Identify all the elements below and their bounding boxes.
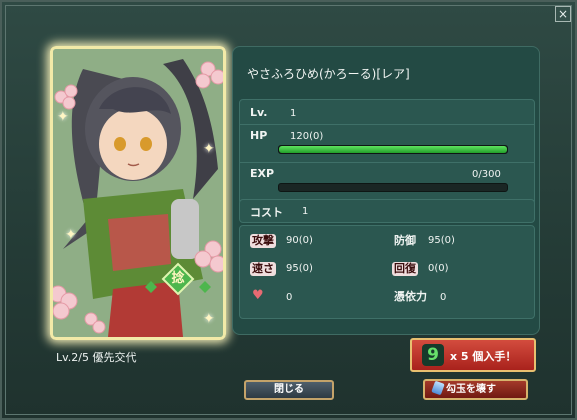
cost-row: コスト 1 bbox=[239, 199, 535, 223]
card-emblem: 捻 bbox=[171, 271, 185, 286]
sparkle-icon: ✦ bbox=[203, 141, 215, 157]
possession-value: 0 bbox=[440, 292, 447, 303]
hp-label: HP bbox=[250, 129, 268, 142]
recovery-label: 回復 bbox=[392, 262, 418, 276]
close-icon[interactable]: × bbox=[555, 6, 571, 22]
card-detail-window: × 捻 ✦ ✦ ✦ ✦ やさふろひめ(かろーる)[レア] Lv. 1 HP 12… bbox=[0, 0, 577, 420]
exp-label: EXP bbox=[250, 167, 275, 180]
break-magatama-label: 勾玉を壊す bbox=[446, 384, 496, 395]
get-magatama-button[interactable]: 9 x 5 個入手！ bbox=[410, 338, 536, 372]
defense-label: 防御 bbox=[394, 234, 416, 247]
close-button[interactable]: 閉じる bbox=[244, 380, 334, 400]
level-label: Lv. bbox=[250, 106, 268, 119]
sparkle-icon: ✦ bbox=[203, 311, 215, 327]
sparkle-icon: ✦ bbox=[65, 227, 77, 243]
hp-value: 120(0) bbox=[290, 131, 324, 142]
character-card-art: 捻 ✦ ✦ ✦ ✦ bbox=[50, 46, 226, 340]
break-magatama-button[interactable]: 勾玉を壊す bbox=[423, 379, 528, 400]
magatama-count-icon: 9 bbox=[422, 344, 444, 366]
exp-bar bbox=[278, 183, 508, 192]
heart-icon: ♥ bbox=[252, 288, 264, 303]
attack-value: 90(0) bbox=[286, 235, 313, 246]
stats-level-hp-exp: Lv. 1 HP 120(0) EXP 0/300 bbox=[239, 99, 535, 205]
recovery-value: 0(0) bbox=[428, 263, 449, 274]
crystal-icon bbox=[431, 380, 445, 396]
character-name: やさふろひめ(かろーる)[レア] bbox=[247, 67, 410, 81]
combat-stats-row: 攻撃 90(0) 防御 95(0) 速さ 95(0) 回復 0(0) ♥ 0 憑… bbox=[239, 225, 535, 319]
affection-value: 0 bbox=[286, 292, 293, 303]
hp-bar-fill bbox=[279, 146, 507, 153]
defense-value: 95(0) bbox=[428, 235, 455, 246]
speed-label: 速さ bbox=[250, 262, 276, 276]
level-priority-text: Lv.2/5 優先交代 bbox=[56, 351, 137, 364]
get-magatama-label: x 5 個入手！ bbox=[450, 350, 517, 363]
sparkle-icon: ✦ bbox=[57, 109, 69, 125]
level-value: 1 bbox=[290, 108, 297, 119]
possession-label: 憑依力 bbox=[394, 290, 427, 303]
hp-bar bbox=[278, 145, 508, 154]
speed-value: 95(0) bbox=[286, 263, 313, 274]
cost-label: コスト bbox=[250, 206, 283, 219]
cost-value: 1 bbox=[302, 206, 309, 217]
character-info-panel: やさふろひめ(かろーる)[レア] Lv. 1 HP 120(0) EXP 0/3… bbox=[232, 46, 540, 335]
attack-label: 攻撃 bbox=[250, 234, 276, 248]
exp-value: 0/300 bbox=[472, 169, 501, 180]
